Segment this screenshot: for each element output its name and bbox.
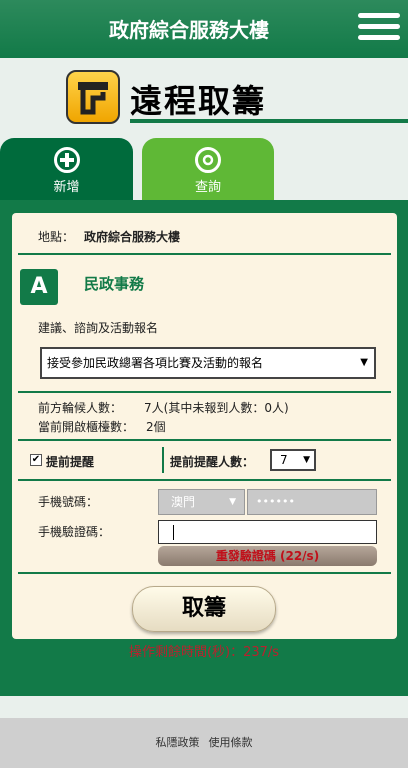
divider: [18, 572, 391, 574]
service-select[interactable]: 接受參加民政總署各項比賽及活動的報名 ▼: [40, 347, 376, 379]
dropdown-arrow-icon: ▼: [303, 455, 310, 465]
service-select-value: 接受參加民政總署各項比賽及活動的報名: [47, 356, 264, 370]
dropdown-arrow-icon: ▼: [229, 497, 236, 507]
phone-field[interactable]: ••••••: [247, 489, 377, 515]
tab-add-label: 新增: [53, 180, 80, 195]
service-category: 建議、諮詢及活動報名: [38, 321, 159, 335]
location-pin-icon: [195, 147, 221, 173]
app-header: 政府綜合服務大樓: [0, 0, 408, 58]
region-value: 澳門: [171, 495, 196, 509]
reminder-count-select[interactable]: 7 ▼: [270, 449, 316, 471]
divider: [18, 391, 391, 393]
location-label: 地點：: [38, 230, 75, 244]
waiting-value: 7人(其中未報到人數：0人): [144, 401, 289, 415]
counters-value: 2個: [146, 420, 166, 434]
service-name: 民政事務: [84, 275, 145, 293]
phone-value: ••••••: [256, 495, 295, 508]
reminder-count-value: 7: [280, 453, 288, 467]
title-underline: [130, 119, 408, 123]
service-badge: A: [20, 269, 58, 305]
tab-add[interactable]: 新增: [0, 138, 133, 202]
queue-ticket-icon: [66, 70, 120, 124]
plus-icon: [53, 147, 80, 173]
divider: [18, 479, 391, 481]
verification-code-input[interactable]: [158, 520, 377, 544]
footer: 私隱政策 使用條款: [0, 718, 408, 768]
phone-label: 手機號碼：: [38, 495, 99, 509]
privacy-policy-link[interactable]: 私隱政策: [155, 736, 199, 749]
resend-code-button[interactable]: 重發驗證碼 (22/s): [158, 546, 377, 566]
dropdown-arrow-icon: ▼: [360, 357, 368, 368]
tab-query[interactable]: 查詢: [142, 138, 274, 202]
remaining-time: 操作剩餘時間(秒)：237/s: [128, 645, 280, 660]
region-select[interactable]: 澳門 ▼: [158, 489, 245, 515]
ticket-form-card: 地點： 政府綜合服務大樓 A 民政事務 建議、諮詢及活動報名 接受參加民政總署各…: [12, 213, 397, 639]
hamburger-menu-icon[interactable]: [358, 10, 400, 50]
divider: [18, 439, 391, 441]
divider-vertical: [162, 447, 164, 473]
reminder-label: 提前提醒: [46, 455, 95, 469]
tab-query-label: 查詢: [194, 180, 221, 195]
reminder-count-label: 提前提醒人數：: [170, 455, 255, 469]
page-title: 遠程取籌: [130, 82, 267, 120]
terms-of-use-link[interactable]: 使用條款: [209, 736, 253, 749]
counters-label: 當前開啟櫃檯數：: [38, 420, 135, 434]
reminder-checkbox[interactable]: ✔: [30, 454, 42, 466]
verify-label: 手機驗證碼：: [38, 525, 111, 539]
header-title: 政府綜合服務大樓: [109, 18, 269, 42]
divider: [18, 253, 391, 255]
waiting-label: 前方輪候人數：: [38, 401, 123, 415]
location-value: 政府綜合服務大樓: [84, 230, 181, 244]
take-ticket-button[interactable]: 取籌: [132, 586, 276, 632]
